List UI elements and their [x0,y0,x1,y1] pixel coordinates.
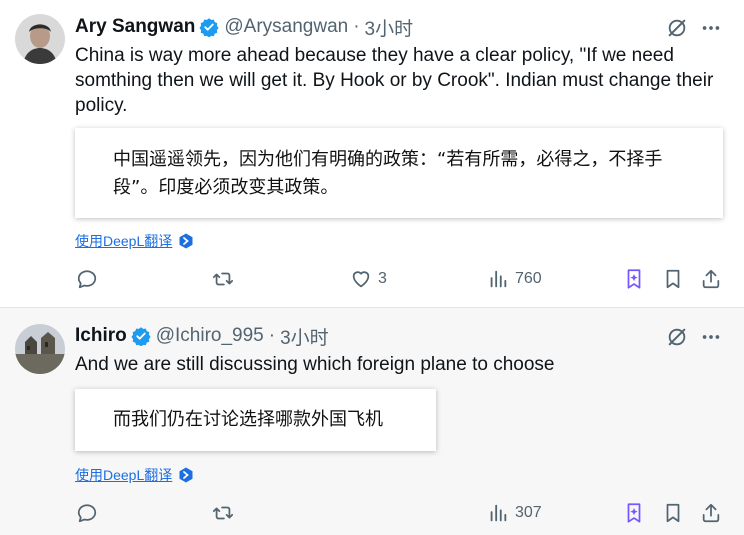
grok-star-icon [627,269,641,289]
views-icon [490,270,507,288]
avatar[interactable] [15,324,65,374]
author-name[interactable]: Ichiro [75,325,127,347]
verified-badge-icon [131,327,151,346]
reply-icon [77,270,97,289]
retweet-button[interactable] [212,502,234,524]
separator-dot: · [353,16,360,37]
tweet-card[interactable]: Ichiro @Ichiro_995 · 3小时 And we are stil… [0,308,744,535]
timestamp[interactable]: 3小时 [365,14,414,41]
reply-button[interactable] [76,502,98,524]
grok-button[interactable] [623,268,645,290]
author-name[interactable]: Ary Sangwan [75,16,195,38]
retweet-button[interactable] [212,268,234,290]
bookmark-icon [666,269,680,289]
action-bar: 307 [0,502,744,528]
deepl-translate-link[interactable]: 使用DeepL翻译 [75,465,194,485]
deepl-icon [179,233,193,249]
share-button[interactable] [700,268,722,290]
translate-link-label: 使用DeepL翻译 [75,467,173,483]
more-icon[interactable] [700,326,722,348]
reply-button[interactable] [76,268,98,290]
translate-link-label: 使用DeepL翻译 [75,233,173,249]
tweet-card[interactable]: Ary Sangwan @Arysangwan · 3小时 China is w… [0,0,744,308]
bookmark-icon [666,503,680,523]
tweet-text: China is way more ahead because they hav… [75,45,714,116]
deepl-translate-link[interactable]: 使用DeepL翻译 [75,231,194,251]
like-count: 3 [378,270,387,287]
view-count: 307 [515,504,542,521]
timestamp[interactable]: 3小时 [280,323,329,350]
grok-star-icon [627,503,641,523]
share-icon [702,269,720,289]
view-count: 760 [515,270,542,287]
author-handle[interactable]: @Arysangwan [224,16,348,38]
separator-dot: · [268,325,276,346]
bookmark-button[interactable] [662,268,684,290]
deepl-icon [179,467,193,483]
translation-box: 而我们仍在讨论选择哪款外国飞机 [75,389,436,451]
more-icon[interactable] [700,17,722,39]
share-button[interactable] [700,502,722,524]
share-icon [702,503,720,523]
verified-badge-icon [199,18,219,37]
retweet-icon [212,272,234,286]
translation-box: 中国遥遥领先，因为他们有明确的政策：“若有所需，必得之，不择手段”。印度必须改变… [75,128,723,218]
views-icon [490,504,507,522]
grok-icon[interactable] [666,17,688,39]
avatar[interactable] [15,14,65,64]
like-icon [352,271,370,288]
grok-icon[interactable] [666,326,688,348]
retweet-icon [212,506,234,520]
views-button[interactable]: 307 [487,502,542,524]
bookmark-button[interactable] [662,502,684,524]
action-bar: 3 760 [0,268,744,294]
reply-icon [77,504,97,523]
grok-button[interactable] [623,502,645,524]
like-button[interactable]: 3 [350,268,387,290]
tweet-text: And we are still discussing which foreig… [75,354,555,375]
author-handle[interactable]: @Ichiro_995 [156,325,264,347]
views-button[interactable]: 760 [487,268,542,290]
